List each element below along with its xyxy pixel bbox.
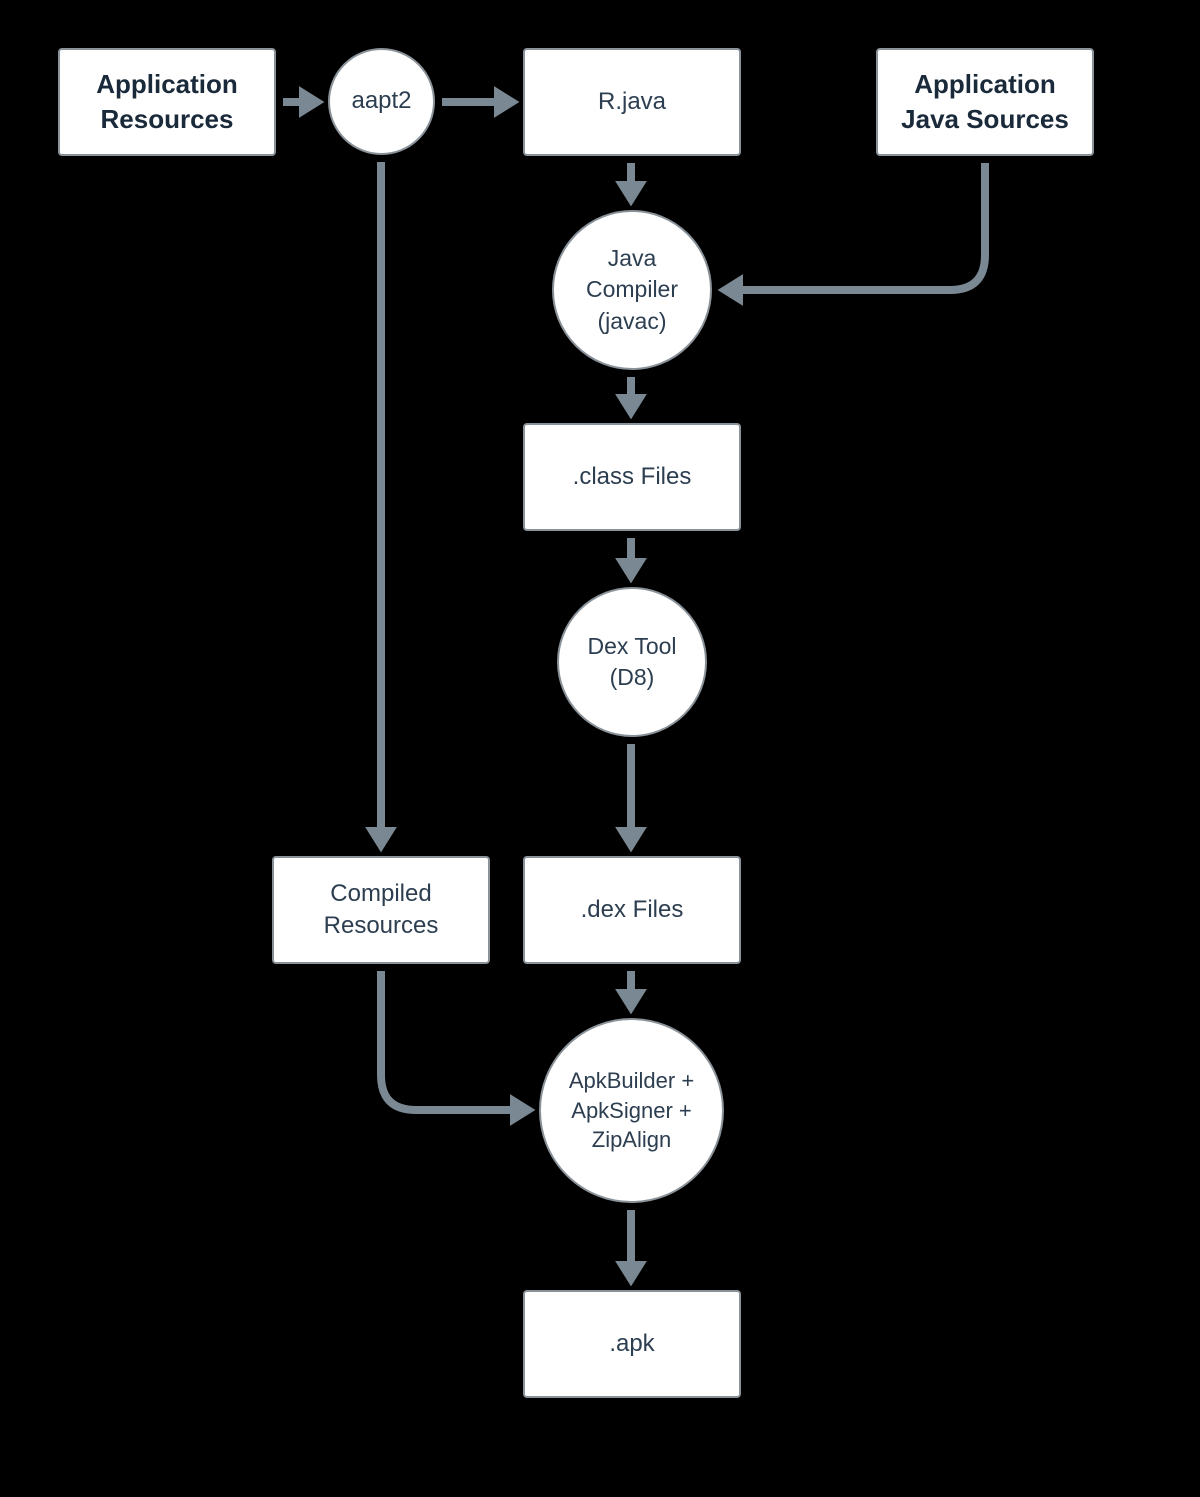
node-aapt2: aapt2 [328,48,435,155]
label-dex-files: .dex Files [581,894,684,926]
label-application-java-sources: Application Java Sources [886,67,1084,137]
label-class-files: .class Files [573,461,692,493]
node-apk: .apk [523,1290,741,1398]
label-compiled-resources: Compiled Resources [282,878,480,943]
arrow-sources-to-javac [724,163,985,290]
label-r-java: R.java [598,86,666,118]
node-application-java-sources: Application Java Sources [876,48,1094,156]
label-aapt2: aapt2 [351,85,411,117]
arrow-compiled-to-apkbuilder [381,971,529,1110]
label-dex-tool: Dex Tool (D8) [567,631,697,693]
node-r-java: R.java [523,48,741,156]
label-apk: .apk [609,1328,654,1360]
node-javac: Java Compiler (javac) [552,210,712,370]
node-dex-tool: Dex Tool (D8) [557,587,707,737]
label-javac: Java Compiler (javac) [562,243,702,336]
node-application-resources: Application Resources [58,48,276,156]
node-dex-files: .dex Files [523,856,741,964]
label-apkbuilder: ApkBuilder + ApkSigner + ZipAlign [549,1066,714,1155]
node-compiled-resources: Compiled Resources [272,856,490,964]
node-apkbuilder: ApkBuilder + ApkSigner + ZipAlign [539,1018,724,1203]
label-application-resources: Application Resources [68,67,266,137]
node-class-files: .class Files [523,423,741,531]
